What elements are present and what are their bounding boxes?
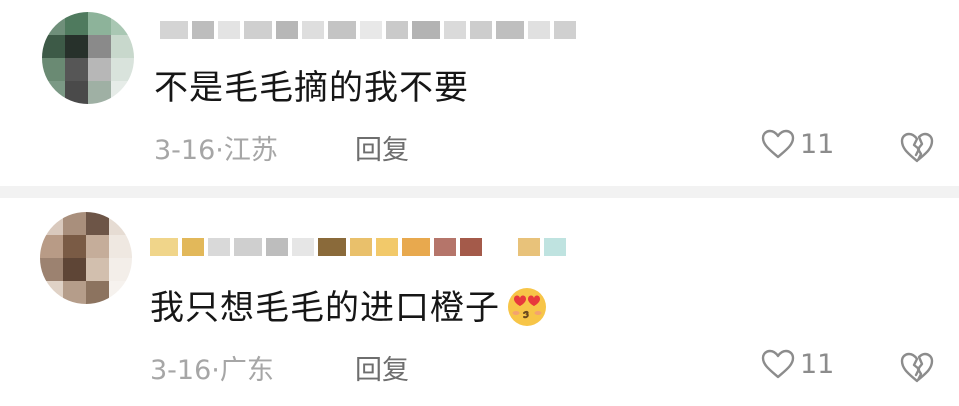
username-pixel: [402, 238, 430, 256]
avatar-pixel: [111, 12, 134, 35]
comment-text: 我只想毛毛的进口橙子: [150, 280, 550, 332]
username-pixel: [360, 21, 382, 39]
avatar-pixel: [42, 58, 65, 81]
heart-eyes-kiss-emoji-icon: [508, 287, 546, 326]
avatar-pixel: [40, 281, 63, 304]
avatar-pixel: [109, 235, 132, 258]
username-pixel: [150, 238, 178, 256]
like-button[interactable]: 11: [760, 128, 834, 160]
avatar-pixel: [111, 81, 134, 104]
username-blurred[interactable]: [150, 238, 566, 256]
username-pixel: [496, 21, 524, 39]
avatar[interactable]: [42, 12, 134, 104]
username-pixel: [528, 21, 550, 39]
username-pixel: [470, 21, 492, 39]
username-pixel: [192, 21, 214, 39]
comment-meta: 3-16·江苏: [154, 128, 278, 167]
avatar-pixel: [42, 35, 65, 58]
avatar[interactable]: [40, 212, 132, 304]
username-pixel: [412, 21, 440, 39]
username-pixel: [376, 238, 398, 256]
username-pixel: [234, 238, 262, 256]
heart-icon: [761, 349, 795, 379]
avatar-pixel: [109, 258, 132, 281]
avatar-pixel: [111, 58, 134, 81]
username-pixel: [160, 21, 188, 39]
avatar-pixel: [86, 258, 109, 281]
username-pixel: [318, 238, 346, 256]
reply-button[interactable]: 回复: [355, 348, 409, 387]
username-pixel: [460, 238, 482, 256]
username-pixel: [350, 238, 372, 256]
comment-text-content: 我只想毛毛的进口橙子: [150, 288, 500, 328]
like-count: 11: [800, 348, 835, 380]
username-pixel: [554, 21, 576, 39]
username-blurred[interactable]: [160, 21, 576, 39]
comment-card: 不是毛毛摘的我不要 3-16·江苏 回复 11: [0, 0, 959, 186]
comment-meta: 3-16·广东: [150, 348, 274, 387]
avatar-pixel: [88, 12, 111, 35]
avatar-pixel: [40, 258, 63, 281]
avatar-pixel: [111, 35, 134, 58]
avatar-pixel: [65, 58, 88, 81]
avatar-pixel: [40, 235, 63, 258]
avatar-pixel: [88, 58, 111, 81]
avatar-pixel: [109, 212, 132, 235]
username-pixel: [434, 238, 456, 256]
avatar-pixel: [63, 281, 86, 304]
comment-card: 我只想毛毛的进口橙子 3-16·广东 回复 11: [0, 198, 959, 406]
username-pixel: [386, 21, 408, 39]
username-pixel: [208, 238, 230, 256]
reply-button[interactable]: 回复: [355, 128, 409, 167]
avatar-pixel: [42, 81, 65, 104]
avatar-pixel: [109, 281, 132, 304]
avatar-pixel: [42, 12, 65, 35]
username-pixel: [276, 21, 298, 39]
avatar-pixel: [65, 35, 88, 58]
username-pixel: [518, 238, 540, 256]
avatar-pixel: [86, 212, 109, 235]
username-pixel: [302, 21, 324, 39]
like-count: 11: [800, 128, 835, 160]
username-pixel: [444, 21, 466, 39]
username-pixel: [182, 238, 204, 256]
username-pixel: [292, 238, 314, 256]
heart-icon: [761, 129, 795, 159]
username-pixel: [244, 21, 272, 39]
avatar-pixel: [86, 281, 109, 304]
username-pixel: [266, 238, 288, 256]
username-pixel: [544, 238, 566, 256]
comment-location: 广东: [219, 355, 274, 386]
comment-location: 江苏: [223, 135, 278, 166]
broken-heart-icon[interactable]: [899, 130, 935, 164]
avatar-pixel: [65, 81, 88, 104]
avatar-pixel: [65, 12, 88, 35]
comment-date: 3-16·: [154, 135, 224, 166]
comment-text: 不是毛毛摘的我不要: [154, 68, 469, 108]
avatar-pixel: [63, 235, 86, 258]
avatar-pixel: [63, 212, 86, 235]
broken-heart-icon[interactable]: [899, 350, 935, 384]
avatar-pixel: [40, 212, 63, 235]
like-button[interactable]: 11: [760, 348, 834, 380]
username-pixel: [328, 21, 356, 39]
username-pixel: [486, 238, 514, 256]
comment-date: 3-16·: [150, 355, 220, 386]
avatar-pixel: [86, 235, 109, 258]
avatar-pixel: [88, 35, 111, 58]
username-pixel: [218, 21, 240, 39]
avatar-pixel: [63, 258, 86, 281]
avatar-pixel: [88, 81, 111, 104]
